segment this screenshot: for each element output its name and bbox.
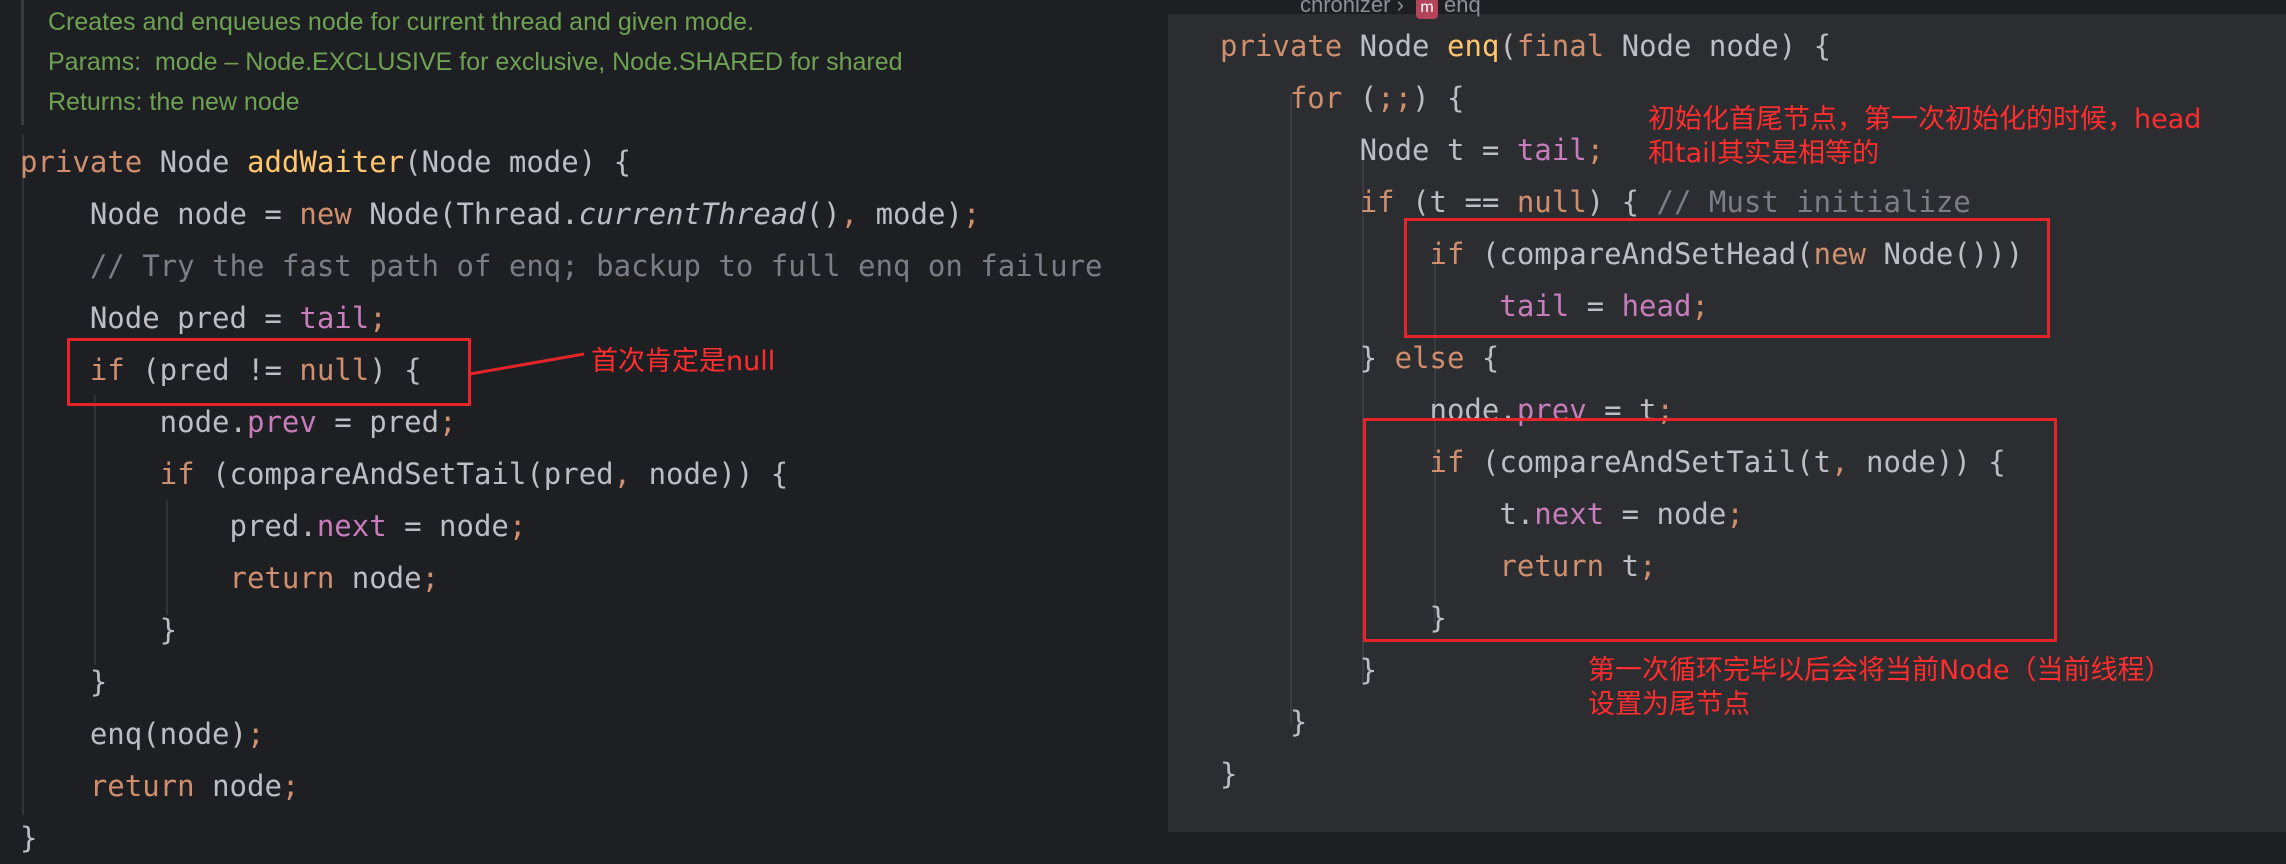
code-line: pred.next = node;: [20, 509, 527, 543]
code-line: // Try the fast path of enq; backup to f…: [89, 249, 1103, 283]
enq-popup-panel: private Node enq(final Node node) { for …: [1168, 14, 2286, 832]
code-line: Node t = tail;: [1220, 133, 1605, 167]
annotation-tail-line1: 第一次循环完毕以后会将当前Node（当前线程）: [1588, 655, 2172, 686]
highlight-box-init-head: [1404, 218, 2050, 338]
annotation-null: 首次肯定是null: [591, 346, 776, 377]
code-line: for (;;) {: [1289, 81, 1465, 115]
method-icon: m: [1416, 0, 1439, 19]
doc-comment-line: Returns: the new node: [48, 88, 300, 116]
code-line: } else {: [1220, 341, 1500, 375]
highlight-box-if-pred: [67, 338, 471, 406]
code-line: }: [20, 821, 38, 855]
breadcrumb[interactable]: chronizer › m enq: [1300, 0, 1481, 19]
annotation-init-line2: 和tail其实是相等的: [1648, 138, 1880, 169]
code-line: return node;: [229, 561, 440, 595]
code-line: }: [20, 665, 108, 699]
code-line: }: [1220, 705, 1308, 739]
code-line: private Node addWaiter(Node mode) {: [20, 145, 632, 179]
pointer-line: [469, 352, 585, 376]
code-line: return node;: [89, 769, 300, 803]
breadcrumb-class[interactable]: chronizer: [1300, 0, 1390, 17]
doc-comment-line: Params: mode – Node.EXCLUSIVE for exclus…: [48, 48, 903, 76]
code-line: Node node = new Node(Thread.currentThrea…: [20, 197, 981, 231]
highlight-box-set-tail: [1363, 418, 2057, 642]
code-line: }: [20, 613, 178, 647]
breadcrumb-method[interactable]: enq: [1444, 0, 1481, 17]
code-line: if (compareAndSetTail(pred, node)) {: [159, 457, 789, 491]
doc-comment-block: Creates and enqueues node for current th…: [0, 0, 1160, 128]
code-line: private Node enq(final Node node) {: [1220, 29, 1832, 63]
doc-comment-bar: [21, 0, 24, 125]
code-line: }: [1220, 757, 1238, 791]
code-line: Node pred = tail;: [20, 301, 387, 335]
annotation-tail-line2: 设置为尾节点: [1588, 689, 1750, 720]
code-line: enq(node);: [20, 717, 265, 751]
annotation-init-line1: 初始化首尾节点，第一次初始化的时候，head: [1648, 104, 2202, 135]
doc-comment-line: Creates and enqueues node for current th…: [48, 8, 755, 36]
code-line: }: [1220, 653, 1378, 687]
